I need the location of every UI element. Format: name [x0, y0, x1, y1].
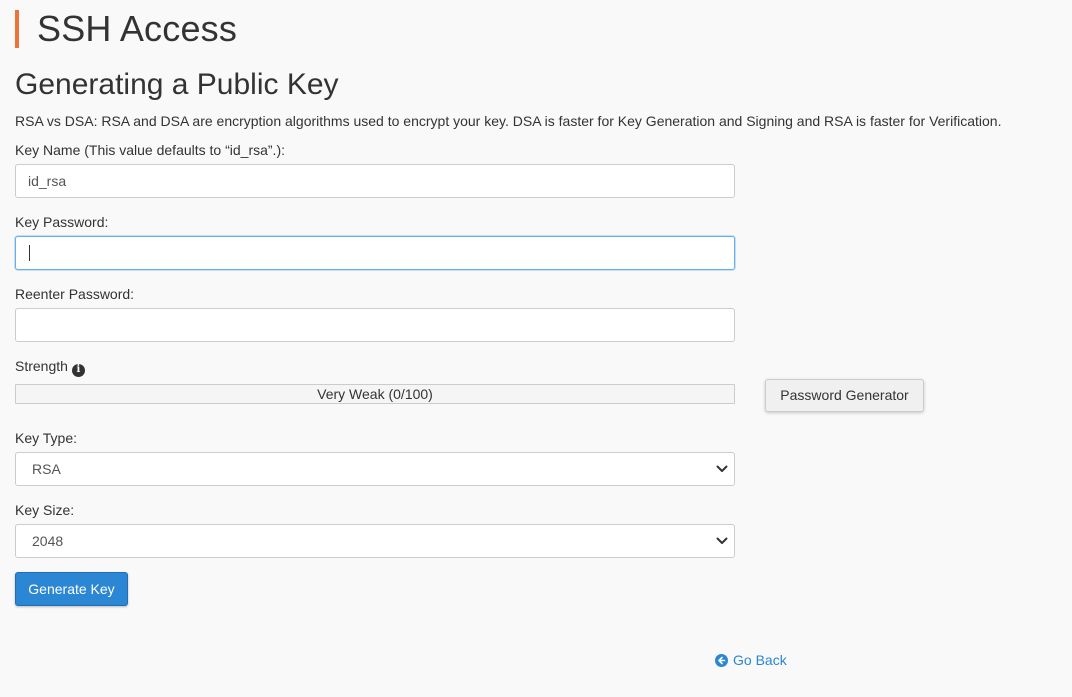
key-name-value: id_rsa	[28, 173, 67, 189]
strength-label: Strength	[15, 358, 68, 374]
key-type-label: Key Type:	[15, 430, 78, 446]
circle-arrow-left-icon	[715, 653, 728, 667]
key-password-input[interactable]	[15, 236, 735, 270]
reenter-password-label: Reenter Password:	[15, 286, 135, 302]
text-caret	[29, 245, 30, 261]
key-name-input[interactable]: id_rsa	[15, 164, 735, 198]
key-type-selected: RSA	[32, 461, 61, 477]
reenter-password-input[interactable]	[15, 308, 735, 342]
key-size-select[interactable]: 2048	[15, 524, 735, 558]
key-password-label: Key Password:	[15, 214, 109, 230]
chevron-down-icon	[716, 465, 728, 472]
key-size-label: Key Size:	[15, 502, 75, 518]
key-name-label: Key Name (This value defaults to “id_rsa…	[15, 142, 285, 158]
section-description: RSA vs DSA: RSA and DSA are encryption a…	[15, 113, 1002, 129]
page-header: SSH Access	[15, 10, 237, 48]
password-generator-button[interactable]: Password Generator	[765, 379, 924, 412]
go-back-link[interactable]: Go Back	[715, 651, 787, 669]
strength-label-row: Strength i	[15, 357, 85, 377]
go-back-label: Go Back	[733, 652, 787, 668]
info-icon[interactable]: i	[71, 363, 85, 377]
strength-meter: Very Weak (0/100)	[15, 384, 735, 404]
chevron-down-icon	[716, 537, 728, 544]
section-title: Generating a Public Key	[15, 68, 339, 101]
page-title: SSH Access	[37, 8, 238, 49]
ssh-access-page: SSH Access Generating a Public Key RSA v…	[0, 0, 1072, 697]
key-type-select[interactable]: RSA	[15, 452, 735, 486]
strength-meter-text: Very Weak (0/100)	[317, 386, 433, 402]
generate-key-button[interactable]: Generate Key	[15, 572, 128, 606]
key-size-selected: 2048	[32, 533, 64, 549]
